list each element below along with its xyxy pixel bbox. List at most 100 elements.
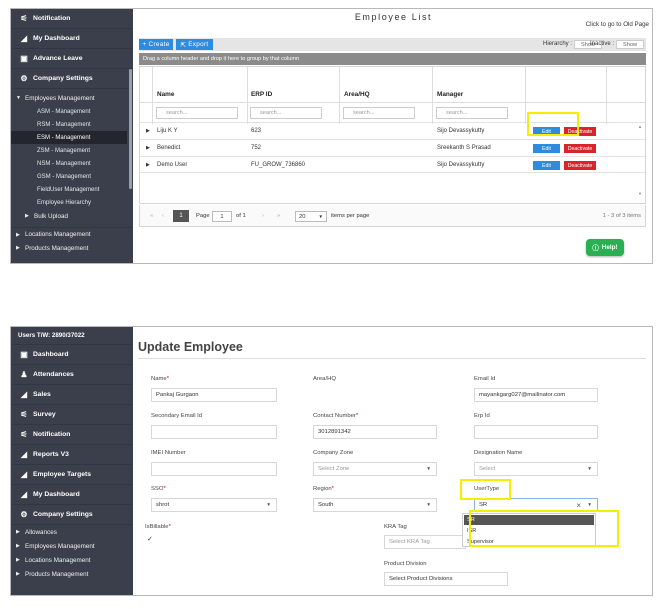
old-page-link[interactable]: Click to go to Old Page: [586, 21, 649, 28]
sidebar-sub-esm[interactable]: ESM - Management: [11, 131, 127, 144]
filter-name-input[interactable]: search...: [156, 107, 238, 119]
sidebar-item-my-dashboard[interactable]: ◢ My Dashboard: [11, 29, 133, 49]
scroll-up-icon[interactable]: ▲: [638, 124, 642, 129]
table-row[interactable]: ▶ Benedict 752 Sreekanth S Prasad Edit D…: [140, 139, 645, 156]
hierarchy-label: Hierarchy :: [542, 41, 572, 47]
sidebar-item-notification[interactable]: ⚟ Notification: [11, 9, 133, 29]
highlight-box: [469, 510, 619, 547]
sidebar-group-locations[interactable]: ▶ Locations Management: [11, 227, 133, 241]
create-button[interactable]: + Create: [139, 39, 173, 50]
designation-select[interactable]: Select ▼: [474, 462, 598, 476]
page-current[interactable]: 1: [173, 210, 189, 222]
column-header-name[interactable]: Name: [157, 91, 174, 98]
sidebar-group-allowances[interactable]: ▶ Allowances: [11, 525, 133, 539]
name-field[interactable]: Pankaj Gurgaon: [151, 388, 277, 402]
division-select[interactable]: Select Product Divisions: [384, 572, 508, 586]
sidebar-group-products[interactable]: ▶ Products Management: [11, 241, 133, 255]
expand-icon[interactable]: ▶: [146, 145, 150, 151]
filter-erp-input[interactable]: search...: [250, 107, 322, 119]
sidebar-item-targets[interactable]: ◢ Employee Targets: [11, 465, 133, 485]
inactive-show-toggle[interactable]: Show: [616, 40, 644, 49]
sidebar-sub-asm[interactable]: ASM - Management: [11, 105, 133, 118]
region-select[interactable]: South ▼: [313, 498, 437, 512]
export-icon: ⇱: [180, 41, 187, 49]
sidebar-item-my-dashboard[interactable]: ◢ My Dashboard: [11, 485, 133, 505]
expand-icon[interactable]: ▶: [146, 162, 150, 168]
caret-down-icon: ▼: [16, 95, 21, 101]
sidebar-item-reports[interactable]: ◢ Reports V3: [11, 445, 133, 465]
sidebar-sub-hierarchy[interactable]: Employee Hierarchy: [11, 196, 133, 209]
sidebar-item-notification[interactable]: ⚟ Notification: [11, 425, 133, 445]
billable-checkbox[interactable]: ✓: [147, 535, 153, 543]
sidebar-item-dashboard[interactable]: ▣ Dashboard: [11, 345, 133, 365]
division-label: Product Division: [384, 561, 427, 567]
edit-button[interactable]: Edit: [533, 144, 560, 153]
table-row[interactable]: ▶ Demo User FU_GROW_736860 Sijo Devassyk…: [140, 156, 645, 173]
next-page-icon[interactable]: ›: [262, 213, 264, 219]
erp-field[interactable]: [474, 425, 598, 439]
sidebar-item-advance-leave[interactable]: ▣ Advance Leave: [11, 49, 133, 69]
edit-button[interactable]: Edit: [533, 161, 560, 170]
filter-area-input[interactable]: search...: [343, 107, 415, 119]
prev-page-icon[interactable]: ‹: [162, 213, 164, 219]
sidebar-scrollbar[interactable]: [129, 69, 132, 189]
sidebar-item-attendances[interactable]: ♟ Attendances: [11, 365, 133, 385]
imei-field[interactable]: [151, 462, 277, 476]
email-field[interactable]: mayankgarg027@mailinator.com: [474, 388, 598, 402]
deactivate-button[interactable]: Deactivate: [564, 161, 596, 170]
cell-erp: 752: [251, 145, 262, 151]
main-content: Employee List Click to go to Old Page + …: [135, 9, 652, 263]
secondary-email-field[interactable]: [151, 425, 277, 439]
sidebar-sub-gsm[interactable]: GSM - Management: [11, 170, 133, 183]
sidebar-sub-zsm[interactable]: ZSM - Management: [11, 144, 133, 157]
gear-icon: ⚙: [20, 74, 28, 83]
column-header-manager[interactable]: Manager: [437, 91, 463, 98]
caret-right-icon: ▶: [16, 557, 20, 563]
sidebar-sub-nsm[interactable]: NSM - Management: [11, 157, 133, 170]
contact-field[interactable]: 3012891342: [313, 425, 437, 439]
caret-right-icon: ▶: [16, 543, 20, 549]
column-divider: [606, 67, 607, 124]
last-page-icon[interactable]: »: [277, 213, 280, 219]
sidebar-group-employees[interactable]: ▼ Employees Management: [11, 91, 133, 105]
required-mark: *: [331, 486, 334, 492]
user-count: Users T/W: 2890/37022: [11, 327, 133, 345]
page-title: Update Employee: [138, 340, 243, 354]
export-button[interactable]: ⇱ Export: [176, 39, 213, 50]
page-count: of 1: [236, 213, 246, 219]
first-page-icon[interactable]: «: [150, 213, 153, 219]
sidebar: Users T/W: 2890/37022 ▣ Dashboard ♟ Attend…: [11, 327, 133, 595]
sidebar-item-bulk-upload[interactable]: ▶ Bulk Upload: [11, 209, 133, 223]
sidebar-group-employees[interactable]: ▶ Employees Management: [11, 539, 133, 553]
column-header-erp[interactable]: ERP ID: [251, 91, 272, 98]
area-label: Area/HQ: [313, 376, 336, 382]
sidebar-item-company-settings[interactable]: ⚙ Company Settings: [11, 505, 133, 525]
sidebar-item-survey[interactable]: ⚟ Survey: [11, 405, 133, 425]
deactivate-button[interactable]: Deactivate: [564, 144, 596, 153]
kra-select[interactable]: Select KRA Tag: [384, 535, 466, 549]
clear-icon[interactable]: ×: [576, 501, 581, 510]
expand-icon[interactable]: ▶: [146, 128, 150, 134]
sidebar-group-products[interactable]: ▶ Products Management: [11, 567, 133, 581]
caret-down-icon: ▼: [318, 214, 323, 219]
scroll-down-icon[interactable]: ▼: [638, 191, 642, 196]
erp-label: Erp Id: [474, 413, 490, 419]
sso-select[interactable]: shrot ▼: [151, 498, 277, 512]
column-header-area[interactable]: Area/HQ: [344, 91, 370, 98]
sidebar-group-locations[interactable]: ▶ Locations Management: [11, 553, 133, 567]
filter-manager-input[interactable]: search...: [436, 107, 508, 119]
sidebar-item-sales[interactable]: ◢ Sales: [11, 385, 133, 405]
sidebar-sub-fielduser[interactable]: FieldUser Management: [11, 183, 133, 196]
slider-icon: ⚟: [20, 14, 28, 23]
page-size-select[interactable]: 20 ▼: [295, 211, 327, 222]
sidebar-item-company-settings[interactable]: ⚙ Company Settings: [11, 69, 133, 89]
help-button[interactable]: ⓘ Help!: [586, 239, 624, 256]
slider-icon: ⚟: [20, 430, 28, 439]
sidebar-sub-rsm[interactable]: RSM - Management: [11, 118, 133, 131]
column-divider: [339, 67, 340, 124]
group-drop-area[interactable]: Drag a column header and drop it here to…: [139, 53, 646, 65]
kra-label: KRA Tag: [384, 524, 407, 530]
page-input[interactable]: 1: [212, 211, 232, 222]
zone-select[interactable]: Select Zone ▼: [313, 462, 437, 476]
chart-icon: ◢: [20, 34, 28, 43]
